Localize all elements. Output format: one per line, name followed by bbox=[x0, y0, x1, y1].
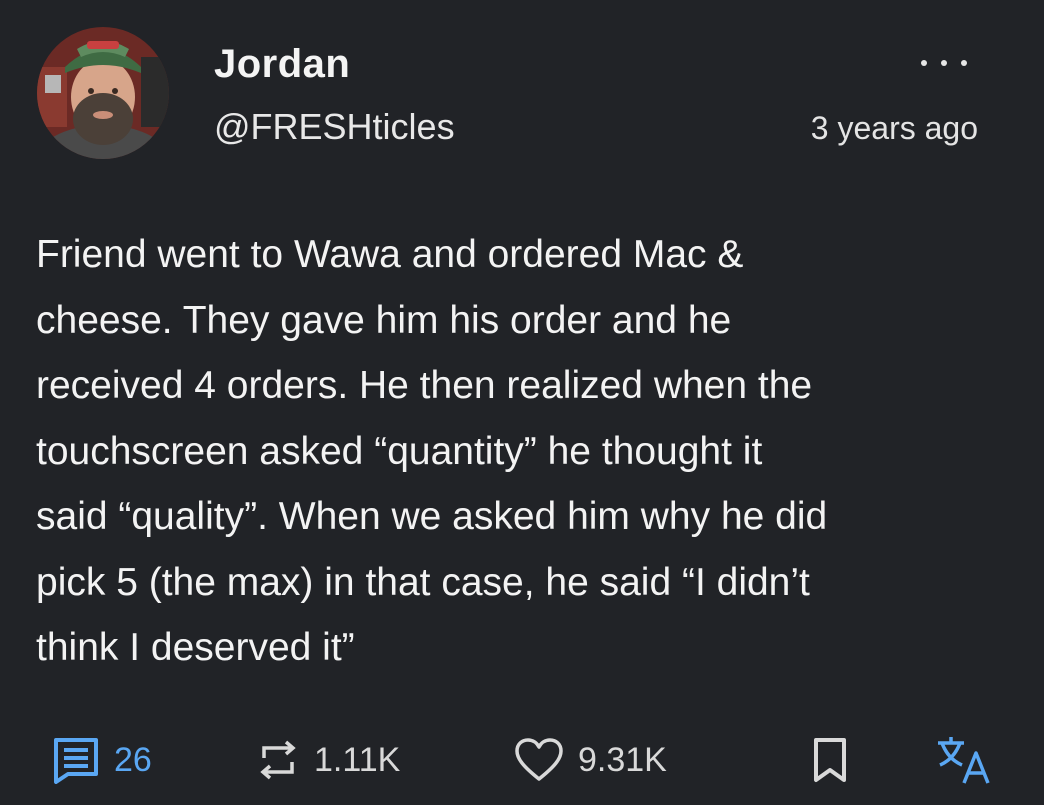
avatar-image bbox=[37, 27, 169, 159]
like-count: 9.31K bbox=[578, 740, 667, 779]
repost-icon bbox=[260, 740, 296, 780]
avatar[interactable] bbox=[37, 27, 169, 159]
bookmark-button[interactable] bbox=[812, 732, 848, 788]
like-button[interactable]: 9.31K bbox=[514, 732, 667, 788]
bookmark-icon bbox=[814, 738, 846, 782]
more-horizontal-icon[interactable] bbox=[917, 47, 971, 77]
translate-button[interactable] bbox=[936, 732, 992, 788]
repost-button[interactable]: 1.11K bbox=[256, 732, 400, 788]
comment-icon bbox=[54, 738, 98, 784]
post-timestamp: 3 years ago bbox=[810, 110, 978, 146]
author-display-name[interactable]: Jordan bbox=[214, 42, 350, 87]
post-body: Friend went to Wawa and ordered Mac & ch… bbox=[36, 233, 828, 669]
translate-icon bbox=[938, 737, 990, 784]
heart-icon bbox=[515, 738, 563, 781]
author-handle[interactable]: @FRESHticles bbox=[214, 106, 455, 148]
repost-count: 1.11K bbox=[314, 740, 401, 779]
comment-count: 26 bbox=[114, 740, 152, 779]
comment-button[interactable]: 26 bbox=[52, 732, 152, 788]
